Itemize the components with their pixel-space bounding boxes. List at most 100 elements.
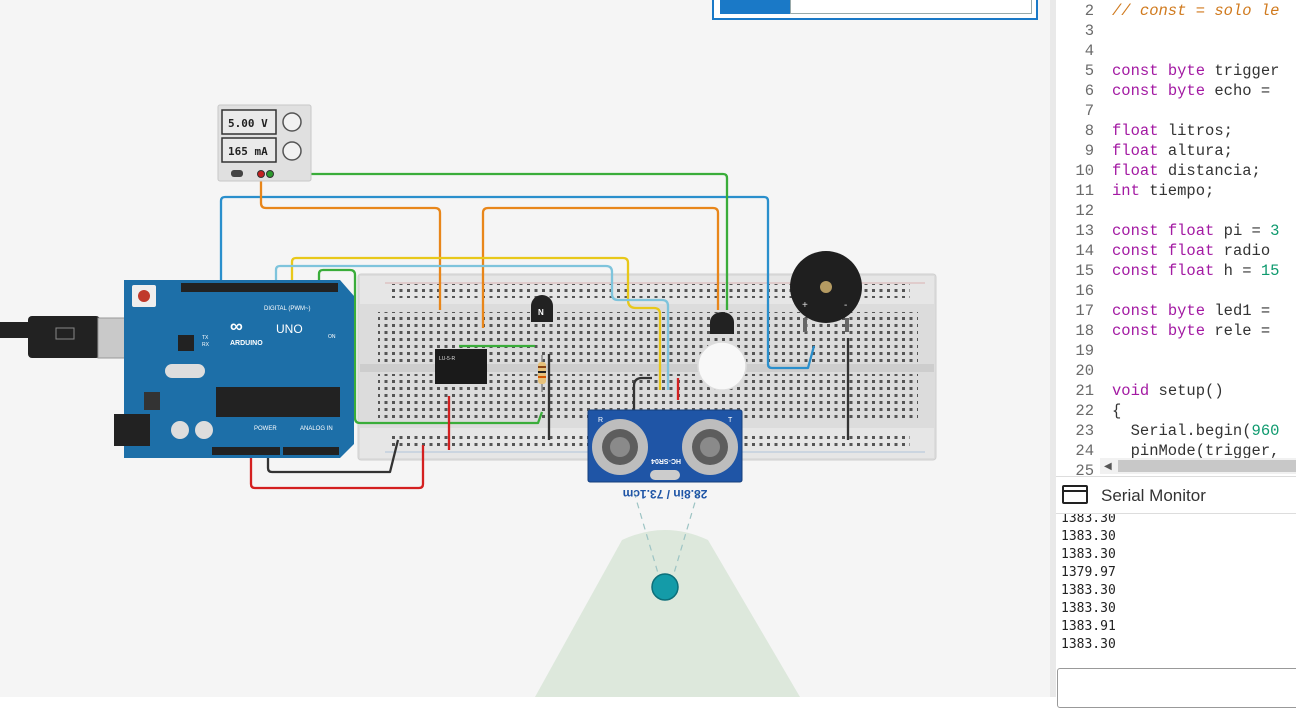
scrollbar-thumb[interactable]	[1118, 460, 1296, 472]
arduino-uno-board[interactable]: ∞ UNO ARDUINO DIGITAL (PWM~) POWER ANALO…	[114, 280, 354, 458]
code-horizontal-scrollbar[interactable]: ◀	[1100, 458, 1296, 474]
line-number: 20	[1075, 362, 1094, 380]
serial-monitor-icon	[1062, 485, 1088, 504]
code-token: Serial.begin(	[1112, 422, 1252, 440]
current-knob[interactable]	[282, 141, 302, 161]
circuit-canvas[interactable]: 5.00 V 165 mA ∞ UNO ARDUINO DIGITAL (PWM…	[0, 0, 1050, 697]
serial-output-line: 1383.30	[1061, 601, 1116, 616]
serial-monitor-header[interactable]: Serial Monitor	[1056, 476, 1296, 514]
line-number: 17	[1075, 302, 1094, 320]
power-supply[interactable]: 5.00 V 165 mA	[217, 104, 312, 182]
code-line[interactable]: 7	[1056, 101, 1296, 121]
code-editor[interactable]: 2 // const = solo le 3 4 5 const byte trigger…	[1056, 0, 1296, 476]
code-token: radio	[1214, 242, 1271, 260]
code-text: const byte led1 =	[1112, 301, 1270, 321]
code-token: const	[1112, 322, 1159, 340]
serial-output-line: 1379.97	[1061, 565, 1116, 580]
code-text: // const = solo le	[1112, 1, 1279, 21]
analog-pins-label: ANALOG IN	[300, 426, 333, 432]
code-token: h =	[1214, 262, 1261, 280]
line-number: 23	[1075, 422, 1094, 440]
buzzer-plus-label: +	[802, 300, 808, 311]
code-text: const byte rele =	[1112, 321, 1270, 341]
line-number: 3	[1084, 22, 1094, 40]
code-text: const byte echo =	[1112, 81, 1270, 101]
code-text: int tiempo;	[1112, 181, 1214, 201]
voltage-knob[interactable]	[282, 112, 302, 132]
sensor-r-label: R	[598, 417, 603, 424]
code-text: float litros;	[1112, 121, 1233, 141]
code-token: byte	[1167, 62, 1206, 80]
code-line[interactable]: 2 // const = solo le	[1056, 1, 1296, 21]
sensor-target-object[interactable]	[651, 573, 679, 601]
line-number: 10	[1075, 162, 1094, 180]
buzzer-minus-label: -	[844, 300, 847, 311]
code-line[interactable]: 14 const float radio	[1056, 241, 1296, 261]
code-line[interactable]: 20	[1056, 361, 1296, 381]
code-line[interactable]: 15 const float h = 15	[1056, 261, 1296, 281]
code-line[interactable]: 5 const byte trigger	[1056, 61, 1296, 81]
code-line[interactable]: 17 const byte led1 =	[1056, 301, 1296, 321]
code-line[interactable]: 10 float distancia;	[1056, 161, 1296, 181]
line-number: 7	[1084, 102, 1094, 120]
relay-module[interactable]: LU-5-R	[435, 349, 487, 384]
scroll-left-arrow-icon[interactable]: ◀	[1104, 461, 1112, 472]
code-token: const	[1112, 222, 1159, 240]
simulation-button[interactable]	[720, 0, 790, 14]
line-number: 18	[1075, 322, 1094, 340]
relay-model-label: LU-5-R	[439, 356, 456, 362]
code-token: tiempo;	[1139, 182, 1215, 200]
line-number: 4	[1084, 42, 1094, 60]
code-token: distancia;	[1158, 162, 1261, 180]
line-number: 8	[1084, 122, 1094, 140]
serial-output-line: 1383.30	[1061, 583, 1116, 598]
code-line[interactable]: 3	[1056, 21, 1296, 41]
ultrasonic-sensor-hc-sr04[interactable]: HC-SR04 R T	[587, 409, 743, 483]
code-token: const	[1112, 302, 1159, 320]
serial-monitor-input[interactable]	[1057, 668, 1296, 708]
code-token: trigger	[1205, 62, 1280, 80]
code-token: int	[1112, 182, 1140, 200]
code-token: 960	[1251, 422, 1280, 440]
line-number: 2	[1084, 2, 1094, 20]
code-line[interactable]: 21 void setup()	[1056, 381, 1296, 401]
line-number: 19	[1075, 342, 1094, 360]
code-token: void	[1112, 382, 1150, 400]
code-token: float	[1167, 262, 1215, 280]
line-number: 15	[1075, 262, 1094, 280]
line-number: 6	[1084, 82, 1094, 100]
line-number: 14	[1075, 242, 1094, 260]
code-line[interactable]: 16	[1056, 281, 1296, 301]
code-line[interactable]: 19	[1056, 341, 1296, 361]
simulation-timer-field	[790, 0, 1032, 14]
code-line[interactable]: 22 {	[1056, 401, 1296, 421]
code-token: const	[1112, 242, 1159, 260]
code-token: float	[1167, 242, 1215, 260]
line-number: 16	[1075, 282, 1094, 300]
code-line[interactable]: 8 float litros;	[1056, 121, 1296, 141]
npn-transistor[interactable]: N	[531, 295, 553, 322]
code-line[interactable]: 12	[1056, 201, 1296, 221]
code-text: const byte trigger	[1112, 61, 1279, 81]
code-text: float distancia;	[1112, 161, 1261, 181]
code-line[interactable]: 9 float altura;	[1056, 141, 1296, 161]
supply-voltage-readout: 5.00 V	[228, 117, 268, 130]
power-pins-label: POWER	[254, 426, 277, 432]
code-line[interactable]: 6 const byte echo =	[1056, 81, 1296, 101]
code-token: altura;	[1158, 142, 1233, 160]
code-line[interactable]: 11 int tiempo;	[1056, 181, 1296, 201]
code-line[interactable]: 23 Serial.begin(960	[1056, 421, 1296, 441]
code-line[interactable]: 18 const byte rele =	[1056, 321, 1296, 341]
reset-button[interactable]	[138, 290, 150, 302]
transistor-label: N	[538, 308, 544, 317]
code-text: float altura;	[1112, 141, 1233, 161]
code-text: const float pi = 3	[1112, 221, 1279, 241]
code-token: rele =	[1205, 322, 1271, 340]
code-line[interactable]: 13 const float pi = 3	[1056, 221, 1296, 241]
code-line[interactable]: 4	[1056, 41, 1296, 61]
serial-output-line: 1383.91	[1061, 619, 1116, 634]
line-number: 13	[1075, 222, 1094, 240]
